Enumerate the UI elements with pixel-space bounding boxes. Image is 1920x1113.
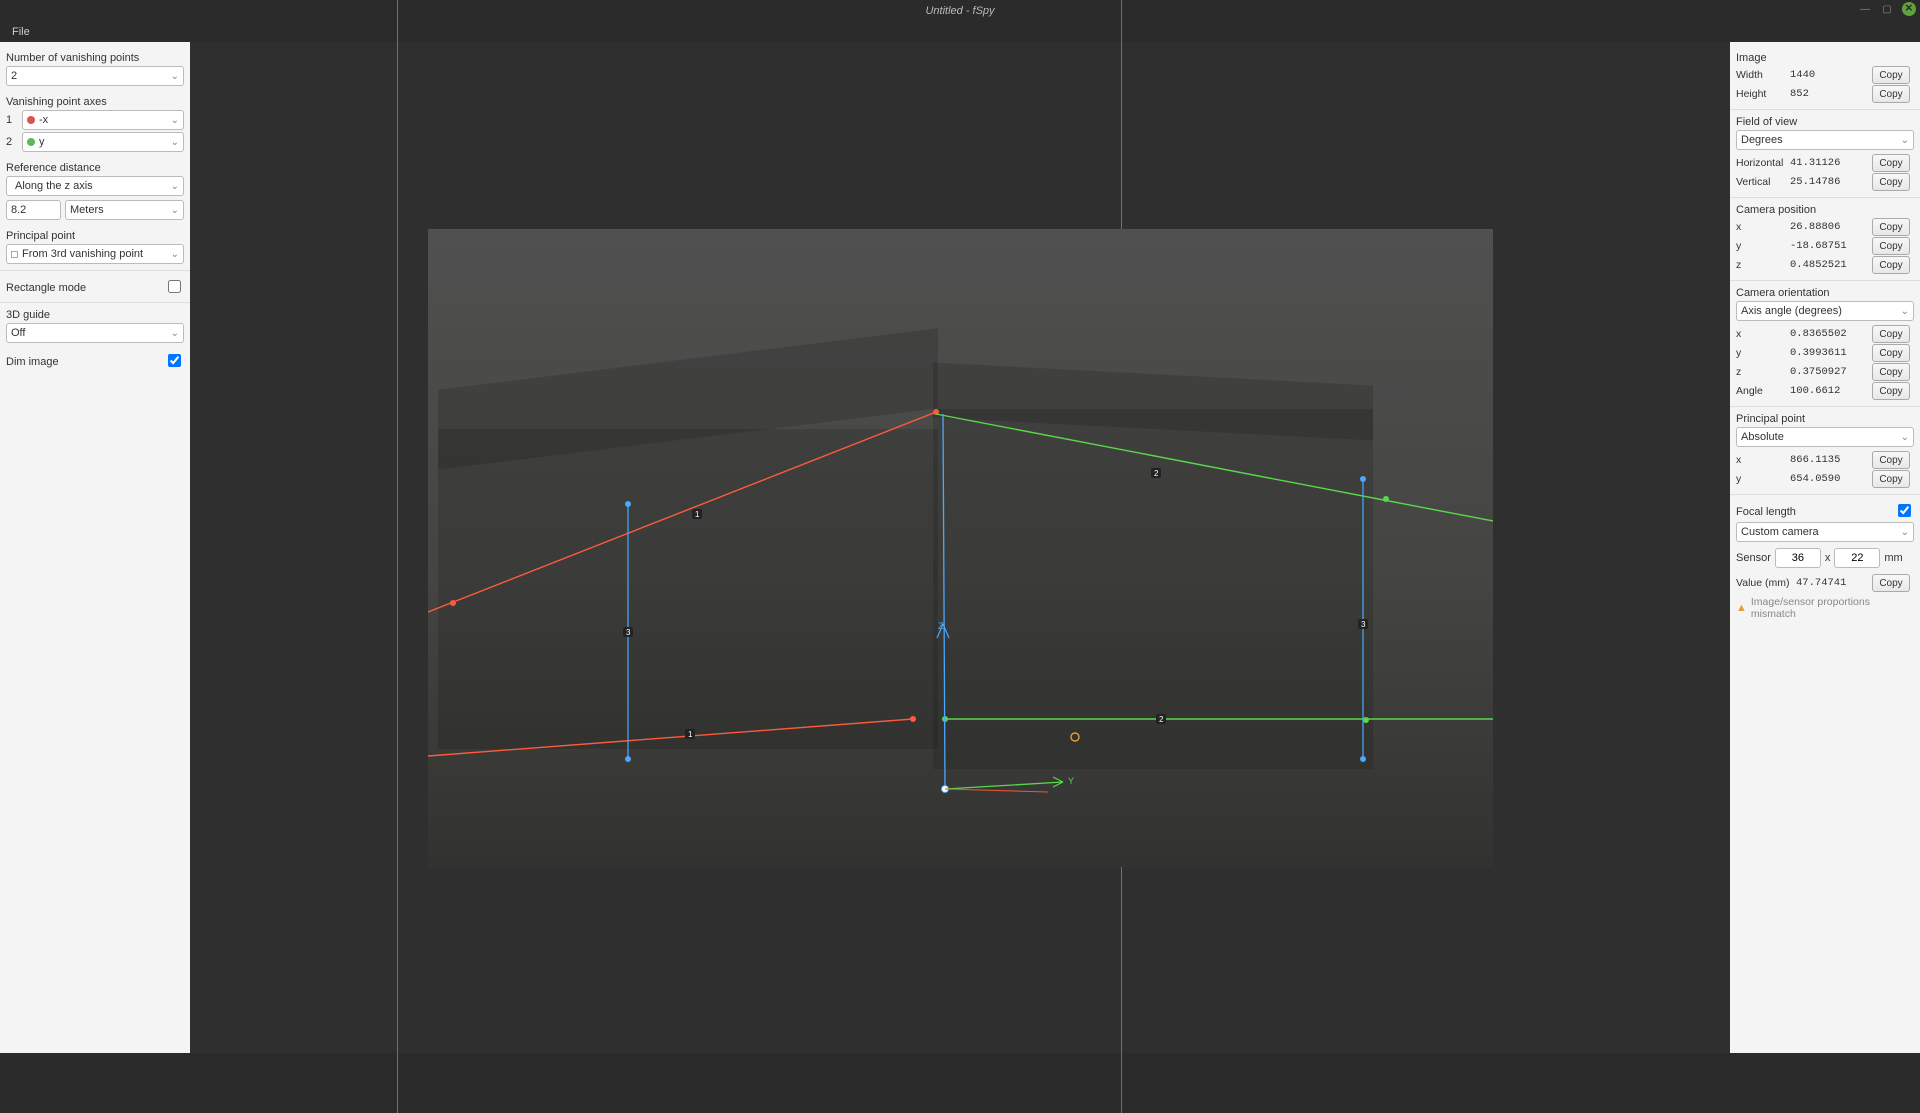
select-orientation-mode[interactable]: Axis angle (degrees) [1736, 301, 1914, 321]
maximize-icon[interactable]: ▢ [1880, 2, 1894, 16]
axis-color-icon [27, 116, 35, 124]
viewport[interactable]: 1 1 2 2 3 3 [190, 42, 1730, 1053]
select-principal-point[interactable]: From 3rd vanishing point [6, 244, 184, 264]
copy-button[interactable]: Copy [1872, 173, 1910, 191]
select-axis-1[interactable]: -x [22, 110, 184, 130]
label-num-vanishing-points: Number of vanishing points [6, 52, 184, 64]
input-sensor-width[interactable] [1775, 548, 1821, 568]
select-num-vanishing-points[interactable]: 2 [6, 66, 184, 86]
image-canvas[interactable]: 1 1 2 2 3 3 [428, 229, 1493, 867]
menu-file[interactable]: File [6, 24, 36, 40]
checkbox-dim-image[interactable] [168, 354, 181, 367]
axis-1-number: 1 [6, 114, 18, 126]
label-sensor-x: x [1825, 552, 1831, 564]
select-axis-2[interactable]: y [22, 132, 184, 152]
label-dim-image: Dim image [6, 356, 59, 368]
close-icon[interactable] [1902, 2, 1916, 16]
circle-icon [11, 251, 18, 258]
copy-button[interactable]: Copy [1872, 237, 1910, 255]
titlebar: Untitled - fSpy — ▢ [0, 0, 1920, 22]
copy-button[interactable]: Copy [1872, 218, 1910, 236]
label-principal-point: Principal point [6, 230, 184, 242]
vp3-guide-line [397, 0, 398, 1113]
copy-button[interactable]: Copy [1872, 66, 1910, 84]
copy-button[interactable]: Copy [1872, 85, 1910, 103]
label-principal-point-out: Principal point [1736, 413, 1914, 425]
label-image: Image [1736, 52, 1914, 64]
label-rectangle-mode: Rectangle mode [6, 282, 86, 294]
label-fov: Field of view [1736, 116, 1914, 128]
checkbox-focal-length[interactable] [1898, 504, 1911, 517]
settings-panel: Number of vanishing points 2 Vanishing p… [0, 42, 190, 1053]
warning-message: ▲ Image/sensor proportions mismatch [1736, 596, 1914, 620]
copy-button[interactable]: Copy [1872, 382, 1910, 400]
label-sensor: Sensor [1736, 552, 1771, 564]
output-panel: Image Width1440Copy Height852Copy Field … [1730, 42, 1920, 1053]
label-focal-length: Focal length [1736, 506, 1796, 518]
label-camera-position: Camera position [1736, 204, 1914, 216]
window-title: Untitled - fSpy [925, 5, 994, 17]
label-sensor-mm: mm [1884, 552, 1902, 564]
axis-color-icon [27, 138, 35, 146]
select-ppoint-mode[interactable]: Absolute [1736, 427, 1914, 447]
label-reference-distance: Reference distance [6, 162, 184, 174]
copy-button[interactable]: Copy [1872, 451, 1910, 469]
copy-button[interactable]: Copy [1872, 154, 1910, 172]
select-camera-preset[interactable]: Custom camera [1736, 522, 1914, 542]
copy-button[interactable]: Copy [1872, 363, 1910, 381]
window-controls: — ▢ [1858, 2, 1916, 16]
select-ref-distance-unit[interactable]: Meters [65, 200, 184, 220]
copy-button[interactable]: Copy [1872, 325, 1910, 343]
copy-button[interactable]: Copy [1872, 344, 1910, 362]
warning-icon: ▲ [1736, 602, 1747, 614]
input-sensor-height[interactable] [1834, 548, 1880, 568]
axis-2-number: 2 [6, 136, 18, 148]
label-3d-guide: 3D guide [6, 309, 184, 321]
checkbox-rectangle-mode[interactable] [168, 280, 181, 293]
label-vp-axes: Vanishing point axes [6, 96, 184, 108]
select-fov-unit[interactable]: Degrees [1736, 130, 1914, 150]
input-ref-distance-value[interactable] [6, 200, 61, 220]
label-camera-orientation: Camera orientation [1736, 287, 1914, 299]
copy-button[interactable]: Copy [1872, 470, 1910, 488]
select-3d-guide[interactable]: Off [6, 323, 184, 343]
select-ref-distance-axis[interactable]: Along the z axis [6, 176, 184, 196]
copy-button[interactable]: Copy [1872, 256, 1910, 274]
menubar: File [0, 22, 1920, 42]
minimize-icon[interactable]: — [1858, 2, 1872, 16]
copy-button[interactable]: Copy [1872, 574, 1910, 592]
